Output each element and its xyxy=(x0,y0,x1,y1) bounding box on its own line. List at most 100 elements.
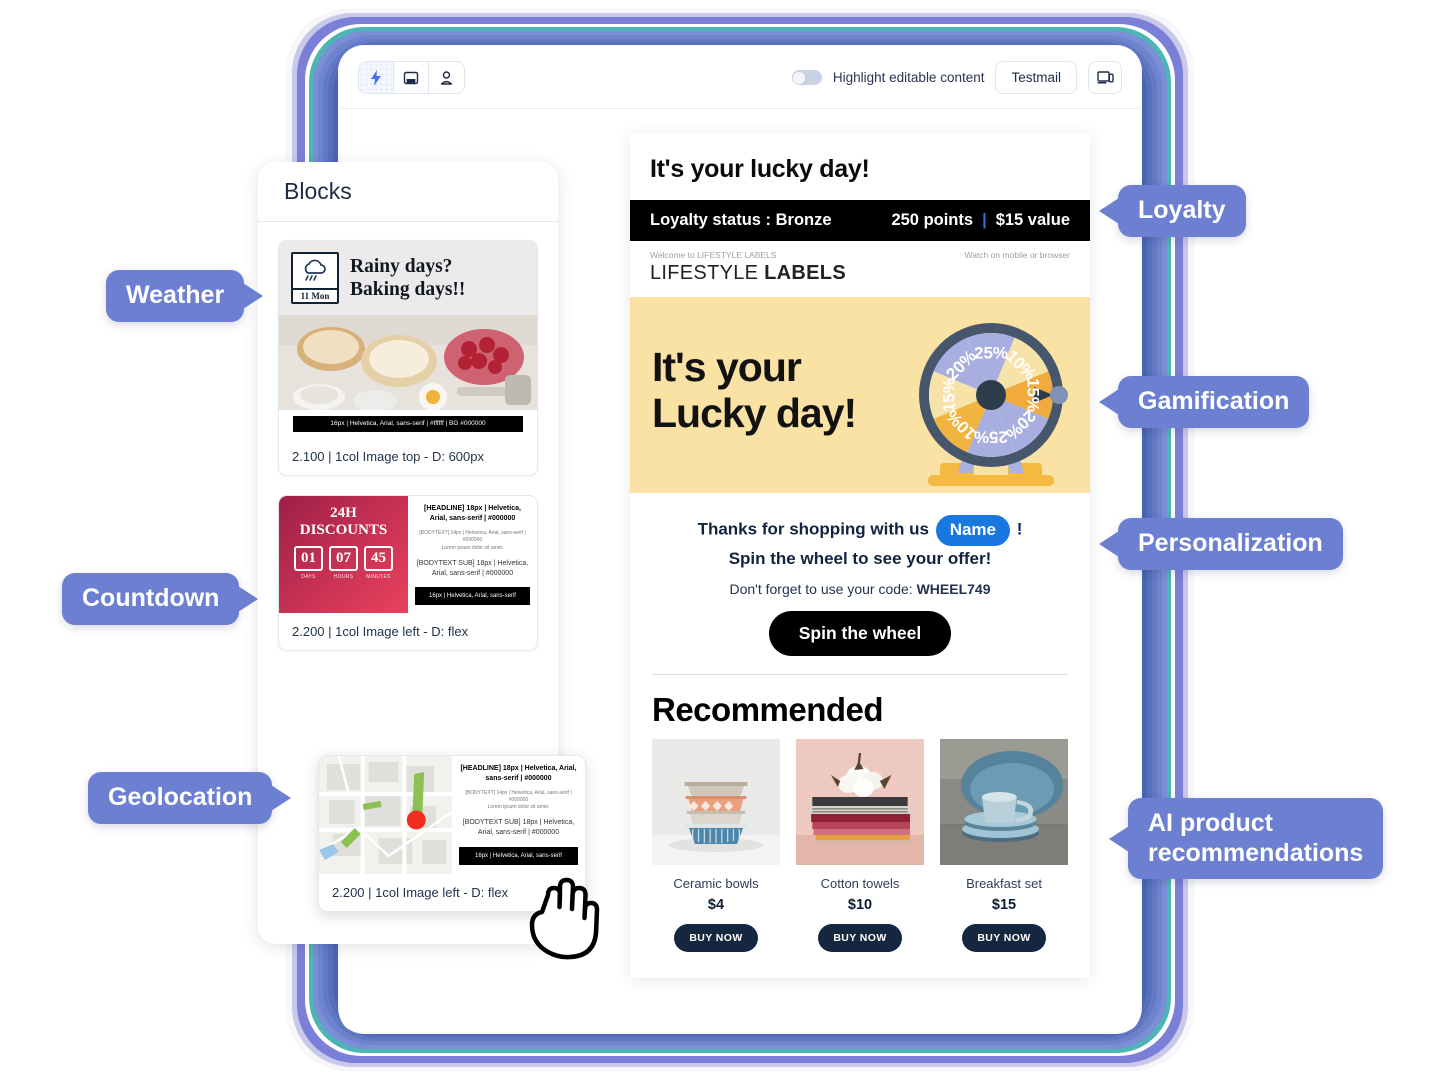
countdown-timer: 01 DAYS 07 HOURS 45 MINUTES xyxy=(287,546,400,580)
email-brand-logo: LIFESTYLE LABELS xyxy=(630,262,1090,297)
loyalty-separator: | xyxy=(982,211,987,229)
product-card[interactable]: Cotton towels $10 BUY NOW xyxy=(796,739,924,952)
person-icon-button[interactable] xyxy=(429,62,464,93)
callout-weather: Weather xyxy=(106,270,264,322)
email-meta-right[interactable]: Watch on mobile or browser xyxy=(964,250,1070,260)
countdown-bodytext-sub-placeholder: [BODYTEXT SUB] 18px | Helvetica, Arial, … xyxy=(416,559,529,577)
banner-line-2: Lucky day! xyxy=(652,389,857,436)
product-price: $10 xyxy=(847,897,873,913)
product-image xyxy=(652,739,780,865)
device-preview-button[interactable] xyxy=(1088,61,1122,94)
weather-headline-line1: Rainy days? xyxy=(350,256,453,277)
loyalty-status-text: Loyalty status : Bronze xyxy=(650,211,832,229)
callout-gamification: Gamification xyxy=(1098,376,1310,428)
geolocation-headline-placeholder: [HEADLINE] 18px | Helvetica, Arial, sans… xyxy=(460,765,577,782)
weather-style-tag: 16px | Helvetica, Arial, sans-serif | #f… xyxy=(293,416,523,433)
countdown-days-label: DAYS xyxy=(301,574,316,581)
email-meta-left: Welcome to LIFESTYLE LABELS xyxy=(650,250,777,260)
thanks-line-2: Spin the wheel to see your offer! xyxy=(728,548,992,568)
email-hero-title: It's your lucky day! xyxy=(650,155,870,183)
weather-header: 11 Mon Rainy days? Baking days!! xyxy=(279,241,537,315)
weather-block-caption: 2.100 | 1col Image top - D: 600px xyxy=(292,449,484,465)
countdown-headline-placeholder: [HEADLINE] 18px | Helvetica, Arial, sans… xyxy=(424,505,521,523)
map-graphic xyxy=(319,756,452,874)
loyalty-points-group: 250 points | $15 value xyxy=(891,211,1070,230)
countdown-visual: 24H DISCOUNTS 01 DAYS 07 HOURS 45 MINUTE… xyxy=(279,496,408,614)
bolt-icon xyxy=(371,69,381,86)
countdown-row: 24H DISCOUNTS 01 DAYS 07 HOURS 45 MINUTE… xyxy=(279,496,537,614)
screen-icon-button[interactable] xyxy=(394,62,429,93)
toolbar: Highlight editable content Testmail xyxy=(340,47,1140,109)
loyalty-value: $15 value xyxy=(995,211,1070,229)
highlight-editable-label: Highlight editable content xyxy=(832,70,985,85)
product-card[interactable]: Breakfast set $15 BUY NOW xyxy=(940,739,1068,952)
promo-code-line: Don't forget to use your code: WHEEL749 xyxy=(630,581,1090,597)
callout-personalization: Personalization xyxy=(1099,518,1343,570)
thanks-prefix: Thanks for shopping with us xyxy=(697,519,929,539)
countdown-bodytext-placeholder: [BODYTEXT] 14px | Helvetica, Arial, sans… xyxy=(419,530,526,551)
blocks-list: 11 Mon Rainy days? Baking days!! 16px | … xyxy=(258,222,558,688)
countdown-title-line2: DISCOUNTS xyxy=(299,521,388,538)
view-mode-segmented-control[interactable] xyxy=(358,61,465,94)
countdown-style-tag: 16px | Helvetica, Arial, sans-serif xyxy=(415,587,530,606)
product-name: Ceramic bowls xyxy=(673,876,759,891)
product-name: Breakfast set xyxy=(966,876,1042,891)
weather-headline-line2: Baking days!! xyxy=(350,279,466,300)
product-name: Cotton towels xyxy=(820,876,900,891)
countdown-title-line1: 24H xyxy=(330,505,357,522)
map-preview xyxy=(319,756,452,874)
blocks-panel-title: Blocks xyxy=(258,162,558,222)
product-image xyxy=(796,739,924,865)
block-card-countdown[interactable]: 24H DISCOUNTS 01 DAYS 07 HOURS 45 MINUTE… xyxy=(278,495,538,652)
breakfast-set-image xyxy=(940,739,1068,865)
countdown-block-caption: 2.200 | 1col Image left - D: flex xyxy=(292,624,469,640)
geolocation-bodytext-placeholder: [BODYTEXT] 14px | Helvetica, Arial, sans… xyxy=(465,789,572,811)
product-price: $4 xyxy=(707,897,725,913)
geolocation-style-tag: 16px | Helvetica, Arial, sans-serif xyxy=(459,846,578,865)
countdown-placeholder-text: [HEADLINE] 18px | Helvetica, Arial, sans… xyxy=(408,496,537,613)
recommended-heading: Recommended xyxy=(652,691,884,728)
email-hero-banner: It's your Lucky day! 25% 10% 15% 20% 25%… xyxy=(630,297,1090,493)
countdown-hours-label: HOURS xyxy=(333,574,354,581)
person-icon xyxy=(440,70,453,85)
countdown-unit-minutes: 45 MINUTES xyxy=(364,546,393,580)
weather-headline: Rainy days? Baking days!! xyxy=(350,255,465,301)
cotton-towels-image xyxy=(796,739,924,865)
prize-wheel-graphic[interactable]: 25%10%15%20%25%10%15%20% xyxy=(896,297,1086,493)
block-card-weather[interactable]: 11 Mon Rainy days? Baking days!! 16px | … xyxy=(278,240,538,477)
banner-headline: It's your Lucky day! xyxy=(652,344,857,437)
toolbar-right-group: Highlight editable content Testmail xyxy=(791,61,1122,94)
geolocation-bodytext-sub-placeholder: [BODYTEXT SUB] 18px | Helvetica, Arial, … xyxy=(462,819,575,837)
callout-ai-recommendations: AI product recommendations xyxy=(1108,798,1384,879)
brand-bold: LABELS xyxy=(764,262,846,284)
brand-light: LIFESTYLE xyxy=(650,262,759,284)
buy-now-button[interactable]: BUY NOW xyxy=(674,924,758,952)
countdown-minutes-label: MINUTES xyxy=(366,574,391,581)
product-image xyxy=(940,739,1068,865)
rain-cloud-icon xyxy=(293,254,337,288)
highlight-editable-toggle[interactable] xyxy=(791,70,822,85)
banner-line-1: It's your xyxy=(652,344,802,390)
callout-loyalty: Loyalty xyxy=(1099,185,1246,237)
product-price: $15 xyxy=(991,897,1017,913)
bolt-icon-button[interactable] xyxy=(359,62,394,93)
name-merge-pill[interactable]: Name xyxy=(935,515,1011,546)
hand-cursor-icon xyxy=(529,877,600,960)
spin-the-wheel-button[interactable]: Spin the wheel xyxy=(768,611,952,656)
product-card[interactable]: Ceramic bowls $4 BUY NOW xyxy=(652,739,780,952)
device-preview-icon xyxy=(1096,71,1114,84)
callout-countdown: Countdown xyxy=(62,573,259,625)
weather-widget: 11 Mon xyxy=(291,252,339,304)
weather-date: 11 Mon xyxy=(293,288,337,302)
buy-now-button[interactable]: BUY NOW xyxy=(818,924,902,952)
countdown-unit-days: 01 DAYS xyxy=(294,546,323,580)
baking-photo xyxy=(279,315,537,410)
buy-now-button[interactable]: BUY NOW xyxy=(962,924,1046,952)
promo-code-value: WHEEL749 xyxy=(916,581,991,597)
loyalty-points: 250 points xyxy=(891,211,974,229)
product-grid: Ceramic bowls $4 BUY NOW Cotton towels $… xyxy=(630,739,1090,978)
testmail-button[interactable]: Testmail xyxy=(995,61,1077,94)
countdown-days-value: 01 xyxy=(294,546,323,572)
loyalty-bar: Loyalty status : Bronze 250 points | $15… xyxy=(630,200,1090,241)
callout-geolocation: Geolocation xyxy=(88,772,292,824)
